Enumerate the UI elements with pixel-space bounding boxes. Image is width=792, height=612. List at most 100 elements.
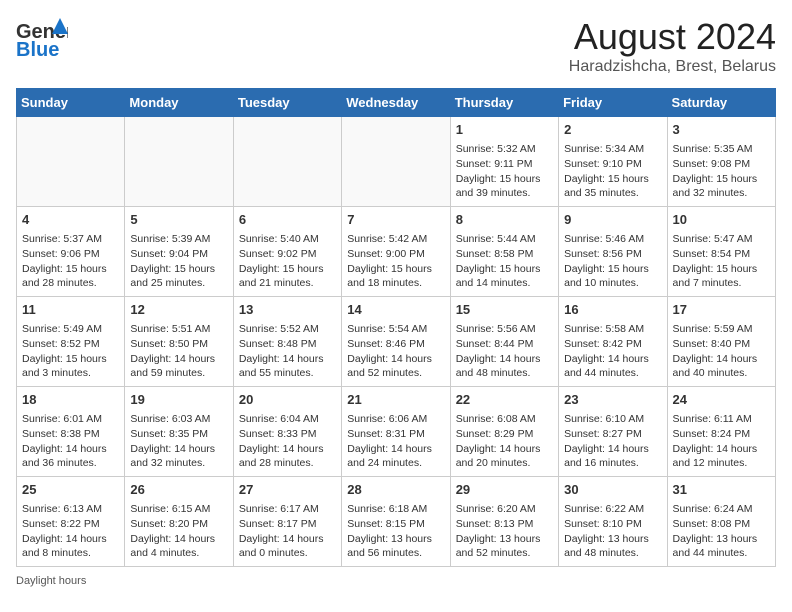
sunrise-text: Sunrise: 5:44 AM [456,232,553,247]
sunset-text: Sunset: 8:22 PM [22,517,119,532]
week-row-3: 11Sunrise: 5:49 AMSunset: 8:52 PMDayligh… [17,297,776,387]
sunrise-text: Sunrise: 6:18 AM [347,502,444,517]
calendar-cell: 18Sunrise: 6:01 AMSunset: 8:38 PMDayligh… [17,387,125,477]
daylight-text: Daylight: 14 hours and 55 minutes. [239,352,336,381]
calendar-cell: 25Sunrise: 6:13 AMSunset: 8:22 PMDayligh… [17,477,125,567]
logo-icon: General Blue [16,16,68,60]
sunset-text: Sunset: 8:10 PM [564,517,661,532]
daylight-text: Daylight: 15 hours and 18 minutes. [347,262,444,291]
calendar-cell: 2Sunrise: 5:34 AMSunset: 9:10 PMDaylight… [559,117,667,207]
sunset-text: Sunset: 8:40 PM [673,337,770,352]
sunrise-text: Sunrise: 5:37 AM [22,232,119,247]
day-number: 6 [239,211,336,229]
day-number: 18 [22,391,119,409]
sunset-text: Sunset: 8:42 PM [564,337,661,352]
calendar-cell: 5Sunrise: 5:39 AMSunset: 9:04 PMDaylight… [125,207,233,297]
weekday-header-saturday: Saturday [667,89,775,117]
footer-note: Daylight hours [16,575,776,587]
sunset-text: Sunset: 8:31 PM [347,427,444,442]
daylight-text: Daylight: 15 hours and 10 minutes. [564,262,661,291]
sunrise-text: Sunrise: 5:39 AM [130,232,227,247]
sunrise-text: Sunrise: 5:58 AM [564,322,661,337]
day-number: 8 [456,211,553,229]
sunrise-text: Sunrise: 5:56 AM [456,322,553,337]
daylight-text: Daylight: 14 hours and 0 minutes. [239,532,336,561]
daylight-text: Daylight: 14 hours and 8 minutes. [22,532,119,561]
sunrise-text: Sunrise: 5:40 AM [239,232,336,247]
daylight-text: Daylight: 15 hours and 14 minutes. [456,262,553,291]
day-number: 31 [673,481,770,499]
sunset-text: Sunset: 8:33 PM [239,427,336,442]
calendar-cell [233,117,341,207]
sunset-text: Sunset: 8:29 PM [456,427,553,442]
day-number: 15 [456,301,553,319]
daylight-text: Daylight: 15 hours and 21 minutes. [239,262,336,291]
sunrise-text: Sunrise: 6:06 AM [347,412,444,427]
daylight-text: Daylight: 14 hours and 36 minutes. [22,442,119,471]
title-area: August 2024 Haradzishcha, Brest, Belarus [569,16,776,76]
calendar-cell: 7Sunrise: 5:42 AMSunset: 9:00 PMDaylight… [342,207,450,297]
sunrise-text: Sunrise: 6:15 AM [130,502,227,517]
day-number: 2 [564,121,661,139]
day-number: 5 [130,211,227,229]
calendar-cell: 31Sunrise: 6:24 AMSunset: 8:08 PMDayligh… [667,477,775,567]
day-number: 3 [673,121,770,139]
calendar-cell: 9Sunrise: 5:46 AMSunset: 8:56 PMDaylight… [559,207,667,297]
day-number: 9 [564,211,661,229]
day-number: 26 [130,481,227,499]
sunrise-text: Sunrise: 5:47 AM [673,232,770,247]
daylight-text: Daylight: 14 hours and 16 minutes. [564,442,661,471]
day-number: 20 [239,391,336,409]
sunset-text: Sunset: 8:20 PM [130,517,227,532]
sunrise-text: Sunrise: 6:22 AM [564,502,661,517]
daylight-text: Daylight: 14 hours and 32 minutes. [130,442,227,471]
sunset-text: Sunset: 8:35 PM [130,427,227,442]
sunrise-text: Sunrise: 5:49 AM [22,322,119,337]
sunset-text: Sunset: 8:54 PM [673,247,770,262]
sunset-text: Sunset: 9:08 PM [673,157,770,172]
sunrise-text: Sunrise: 6:11 AM [673,412,770,427]
sunrise-text: Sunrise: 6:13 AM [22,502,119,517]
sunset-text: Sunset: 9:06 PM [22,247,119,262]
sunset-text: Sunset: 8:46 PM [347,337,444,352]
calendar-cell: 26Sunrise: 6:15 AMSunset: 8:20 PMDayligh… [125,477,233,567]
daylight-text: Daylight: 15 hours and 3 minutes. [22,352,119,381]
calendar-cell: 12Sunrise: 5:51 AMSunset: 8:50 PMDayligh… [125,297,233,387]
calendar-cell: 28 Sunrise: 6:18 AMSunset: 8:15 PMDayligh… [342,477,450,567]
sunrise-text: Sunrise: 6:24 AM [673,502,770,517]
daylight-text: Daylight: 15 hours and 35 minutes. [564,172,661,201]
main-title: August 2024 [569,16,776,58]
daylight-text: Daylight: 13 hours and 56 minutes. [347,532,444,561]
weekday-header-tuesday: Tuesday [233,89,341,117]
week-row-5: 25Sunrise: 6:13 AMSunset: 8:22 PMDayligh… [17,477,776,567]
day-number: 11 [22,301,119,319]
daylight-text: Daylight: 14 hours and 20 minutes. [456,442,553,471]
daylight-text: Daylight: 14 hours and 24 minutes. [347,442,444,471]
sunrise-text: Sunrise: 5:34 AM [564,142,661,157]
day-number: 24 [673,391,770,409]
sunset-text: Sunset: 8:50 PM [130,337,227,352]
calendar-cell: 22Sunrise: 6:08 AMSunset: 8:29 PMDayligh… [450,387,558,477]
day-number: 27 [239,481,336,499]
day-number: 29 [456,481,553,499]
day-number: 21 [347,391,444,409]
weekday-header-thursday: Thursday [450,89,558,117]
day-number: 4 [22,211,119,229]
calendar-cell: 14Sunrise: 5:54 AMSunset: 8:46 PMDayligh… [342,297,450,387]
day-number: 30 [564,481,661,499]
daylight-text: Daylight: 14 hours and 48 minutes. [456,352,553,381]
sunset-text: Sunset: 9:11 PM [456,157,553,172]
calendar-cell: 1Sunrise: 5:32 AMSunset: 9:11 PMDaylight… [450,117,558,207]
sunrise-text: Sunrise: 5:54 AM [347,322,444,337]
weekday-header-sunday: Sunday [17,89,125,117]
daylight-text: Daylight: 14 hours and 52 minutes. [347,352,444,381]
sunrise-text: Sunrise: 6:10 AM [564,412,661,427]
day-number: 28 [347,481,444,499]
calendar-cell: 8Sunrise: 5:44 AMSunset: 8:58 PMDaylight… [450,207,558,297]
sunset-text: Sunset: 8:15 PM [347,517,444,532]
sunrise-text: Sunrise: 6:01 AM [22,412,119,427]
daylight-note: Daylight hours [16,575,86,587]
header: General Blue August 2024 Haradzishcha, B… [16,16,776,76]
calendar-table: SundayMondayTuesdayWednesdayThursdayFrid… [16,88,776,567]
calendar-cell: 20Sunrise: 6:04 AMSunset: 8:33 PMDayligh… [233,387,341,477]
